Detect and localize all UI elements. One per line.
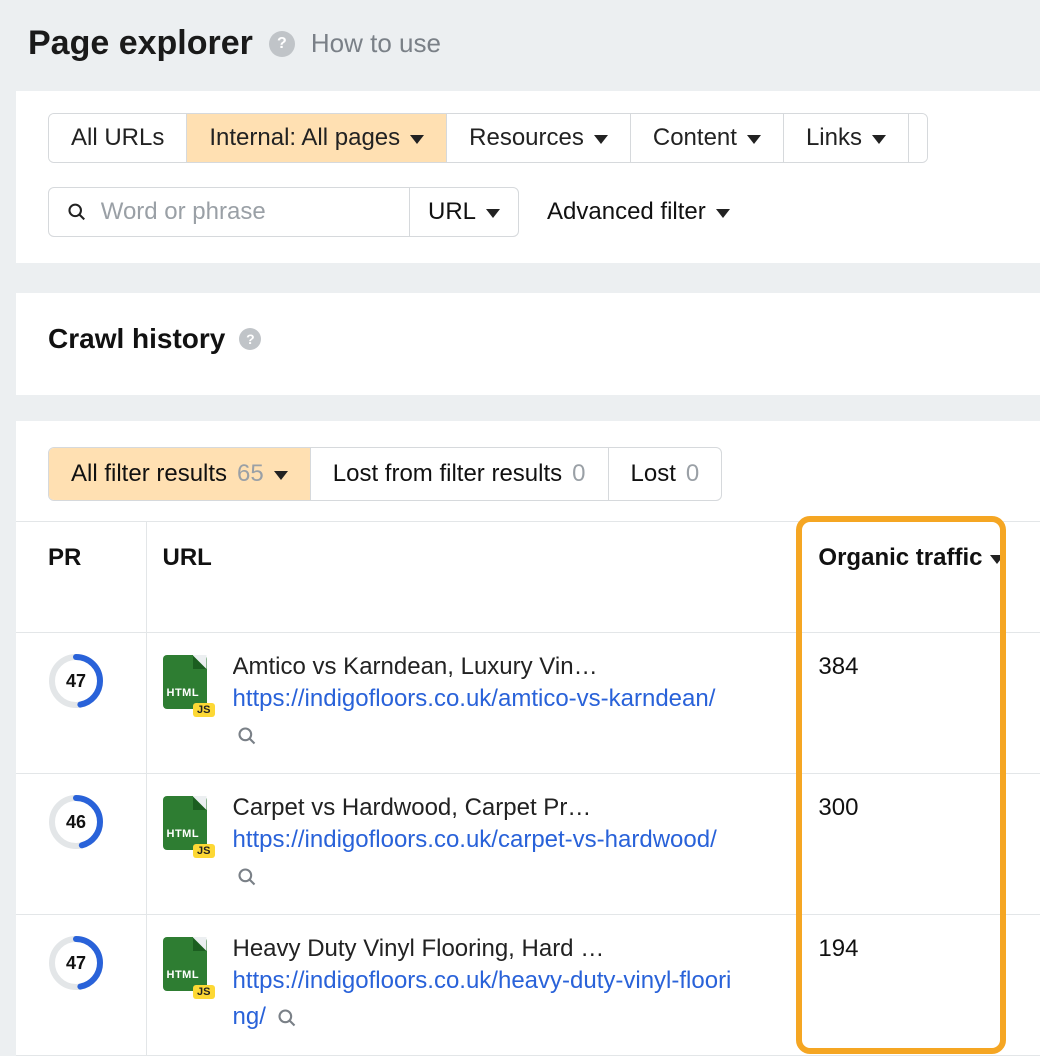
chevron-down-icon — [486, 209, 500, 218]
search-scope-select[interactable]: URL — [409, 188, 518, 236]
search-input-wrap — [49, 188, 409, 236]
page-url-link[interactable]: https://indigofloors.co.uk/amtico-vs-kar… — [233, 681, 733, 753]
tab-overflow[interactable] — [909, 114, 927, 162]
inspect-icon[interactable] — [277, 1008, 297, 1028]
pr-value: 47 — [48, 935, 104, 991]
page-title-text: Heavy Duty Vinyl Flooring, Hard … — [233, 935, 713, 963]
js-badge: JS — [193, 844, 214, 858]
url-cell: HTMLJS Heavy Duty Vinyl Flooring, Hard …h… — [146, 915, 802, 1056]
url-cell: HTMLJS Carpet vs Hardwood, Carpet Pr…http… — [146, 774, 802, 915]
html-file-icon: HTMLJS — [163, 655, 211, 713]
tab-resources[interactable]: Resources — [447, 114, 631, 162]
page-title-text: Amtico vs Karndean, Luxury Vin… — [233, 653, 713, 681]
tab-links[interactable]: Links — [784, 114, 909, 162]
tab-all-filter-results[interactable]: All filter results 65 — [49, 448, 311, 500]
js-badge: JS — [193, 985, 214, 999]
url-cell: HTMLJS Amtico vs Karndean, Luxury Vin…htt… — [146, 633, 802, 774]
segment-tabs: All URLs Internal: All pages Resources C… — [48, 113, 928, 163]
pr-ring: 47 — [48, 935, 104, 991]
col-header-pr[interactable]: PR — [16, 522, 146, 633]
crawl-history-panel: Crawl history ? — [16, 293, 1040, 395]
pr-cell: 46 — [16, 774, 146, 915]
crawl-history-title: Crawl history ? — [48, 323, 1040, 355]
advanced-filter-button[interactable]: Advanced filter — [547, 198, 730, 226]
html-file-icon: HTMLJS — [163, 796, 211, 854]
table-row: 47 HTMLJS Heavy Duty Vinyl Flooring, Hard … — [16, 915, 1040, 1056]
results-table: PR URL Organic traffic 47 HTMLJS Amtico vs… — [16, 521, 1040, 1056]
search-row: URL Advanced filter — [48, 187, 1040, 237]
sort-desc-icon — [990, 555, 1004, 564]
help-icon[interactable]: ? — [239, 328, 261, 350]
tab-internal-all-pages[interactable]: Internal: All pages — [187, 114, 447, 162]
header: Page explorer ? How to use — [0, 0, 1040, 91]
result-tabs: All filter results 65 Lost from filter r… — [48, 447, 722, 501]
chevron-down-icon — [872, 135, 886, 144]
pr-value: 47 — [48, 653, 104, 709]
help-icon[interactable]: ? — [269, 31, 295, 57]
organic-traffic-value: 384 — [802, 633, 1040, 774]
html-file-icon: HTMLJS — [163, 937, 211, 995]
table-row: 46 HTMLJS Carpet vs Hardwood, Carpet Pr…ht… — [16, 774, 1040, 915]
table-row: 47 HTMLJS Amtico vs Karndean, Luxury Vin…h… — [16, 633, 1040, 774]
chevron-down-icon — [716, 209, 730, 218]
search-input[interactable] — [101, 198, 391, 226]
how-to-use-link[interactable]: How to use — [311, 28, 441, 59]
chevron-down-icon — [274, 471, 288, 480]
chevron-down-icon — [410, 135, 424, 144]
page-title-text: Carpet vs Hardwood, Carpet Pr… — [233, 794, 713, 822]
col-header-organic-traffic[interactable]: Organic traffic — [802, 522, 1040, 633]
page-title: Page explorer — [28, 24, 253, 63]
pr-cell: 47 — [16, 915, 146, 1056]
col-header-url[interactable]: URL — [146, 522, 802, 633]
tab-lost-from-filter[interactable]: Lost from filter results 0 — [311, 448, 609, 500]
chevron-down-icon — [747, 135, 761, 144]
js-badge: JS — [193, 703, 214, 717]
tab-content[interactable]: Content — [631, 114, 784, 162]
pr-value: 46 — [48, 794, 104, 850]
organic-traffic-value: 194 — [802, 915, 1040, 1056]
filters-panel: All URLs Internal: All pages Resources C… — [16, 91, 1040, 263]
chevron-down-icon — [594, 135, 608, 144]
pr-ring: 47 — [48, 653, 104, 709]
tab-all-urls[interactable]: All URLs — [49, 114, 187, 162]
search-icon — [67, 201, 87, 223]
organic-traffic-value: 300 — [802, 774, 1040, 915]
page-url-link[interactable]: https://indigofloors.co.uk/carpet-vs-har… — [233, 822, 733, 894]
pr-ring: 46 — [48, 794, 104, 850]
tab-lost[interactable]: Lost 0 — [609, 448, 722, 500]
search-group: URL — [48, 187, 519, 237]
page-url-link[interactable]: https://indigofloors.co.uk/heavy-duty-vi… — [233, 963, 733, 1035]
results-panel: All filter results 65 Lost from filter r… — [16, 421, 1040, 1056]
inspect-icon[interactable] — [237, 726, 257, 746]
inspect-icon[interactable] — [237, 867, 257, 887]
pr-cell: 47 — [16, 633, 146, 774]
